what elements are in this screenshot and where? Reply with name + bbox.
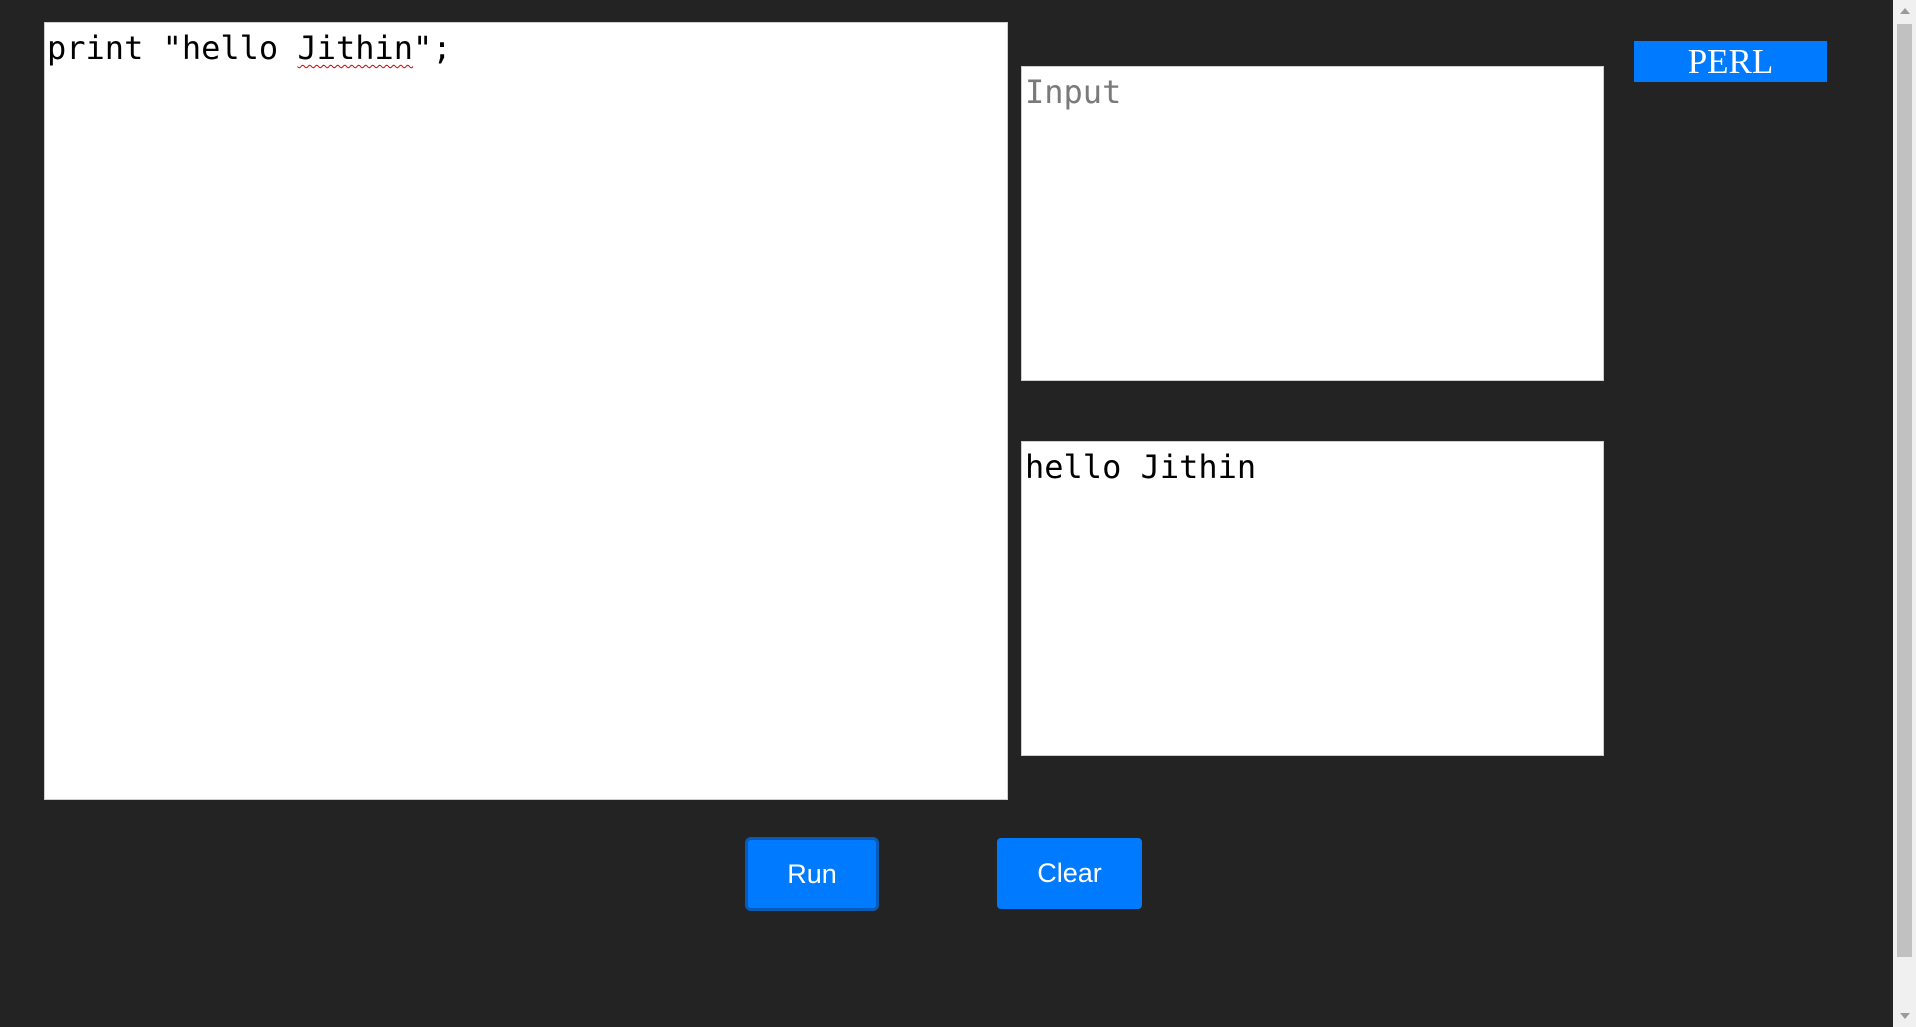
scroll-up-arrow-icon[interactable] [1893, 0, 1916, 22]
program-output: hello Jithin [1021, 441, 1604, 756]
scroll-thumb[interactable] [1897, 24, 1912, 957]
clear-button[interactable]: Clear [997, 838, 1142, 909]
code-editor[interactable]: print "hello Jithin"; [44, 22, 1008, 800]
program-output-text: hello Jithin [1025, 448, 1257, 486]
stdin-input[interactable]: Input [1021, 66, 1604, 381]
run-button[interactable]: Run [745, 837, 879, 911]
code-text-suffix: "; [413, 29, 452, 67]
code-text-prefix: print "hello [47, 29, 298, 67]
scroll-down-arrow-icon[interactable] [1893, 1005, 1916, 1027]
code-text-misspelled-word: Jithin [297, 29, 414, 67]
stdin-input-placeholder: Input [1025, 73, 1122, 111]
page-scrollbar[interactable] [1893, 0, 1916, 1027]
language-badge: PERL [1634, 41, 1827, 82]
